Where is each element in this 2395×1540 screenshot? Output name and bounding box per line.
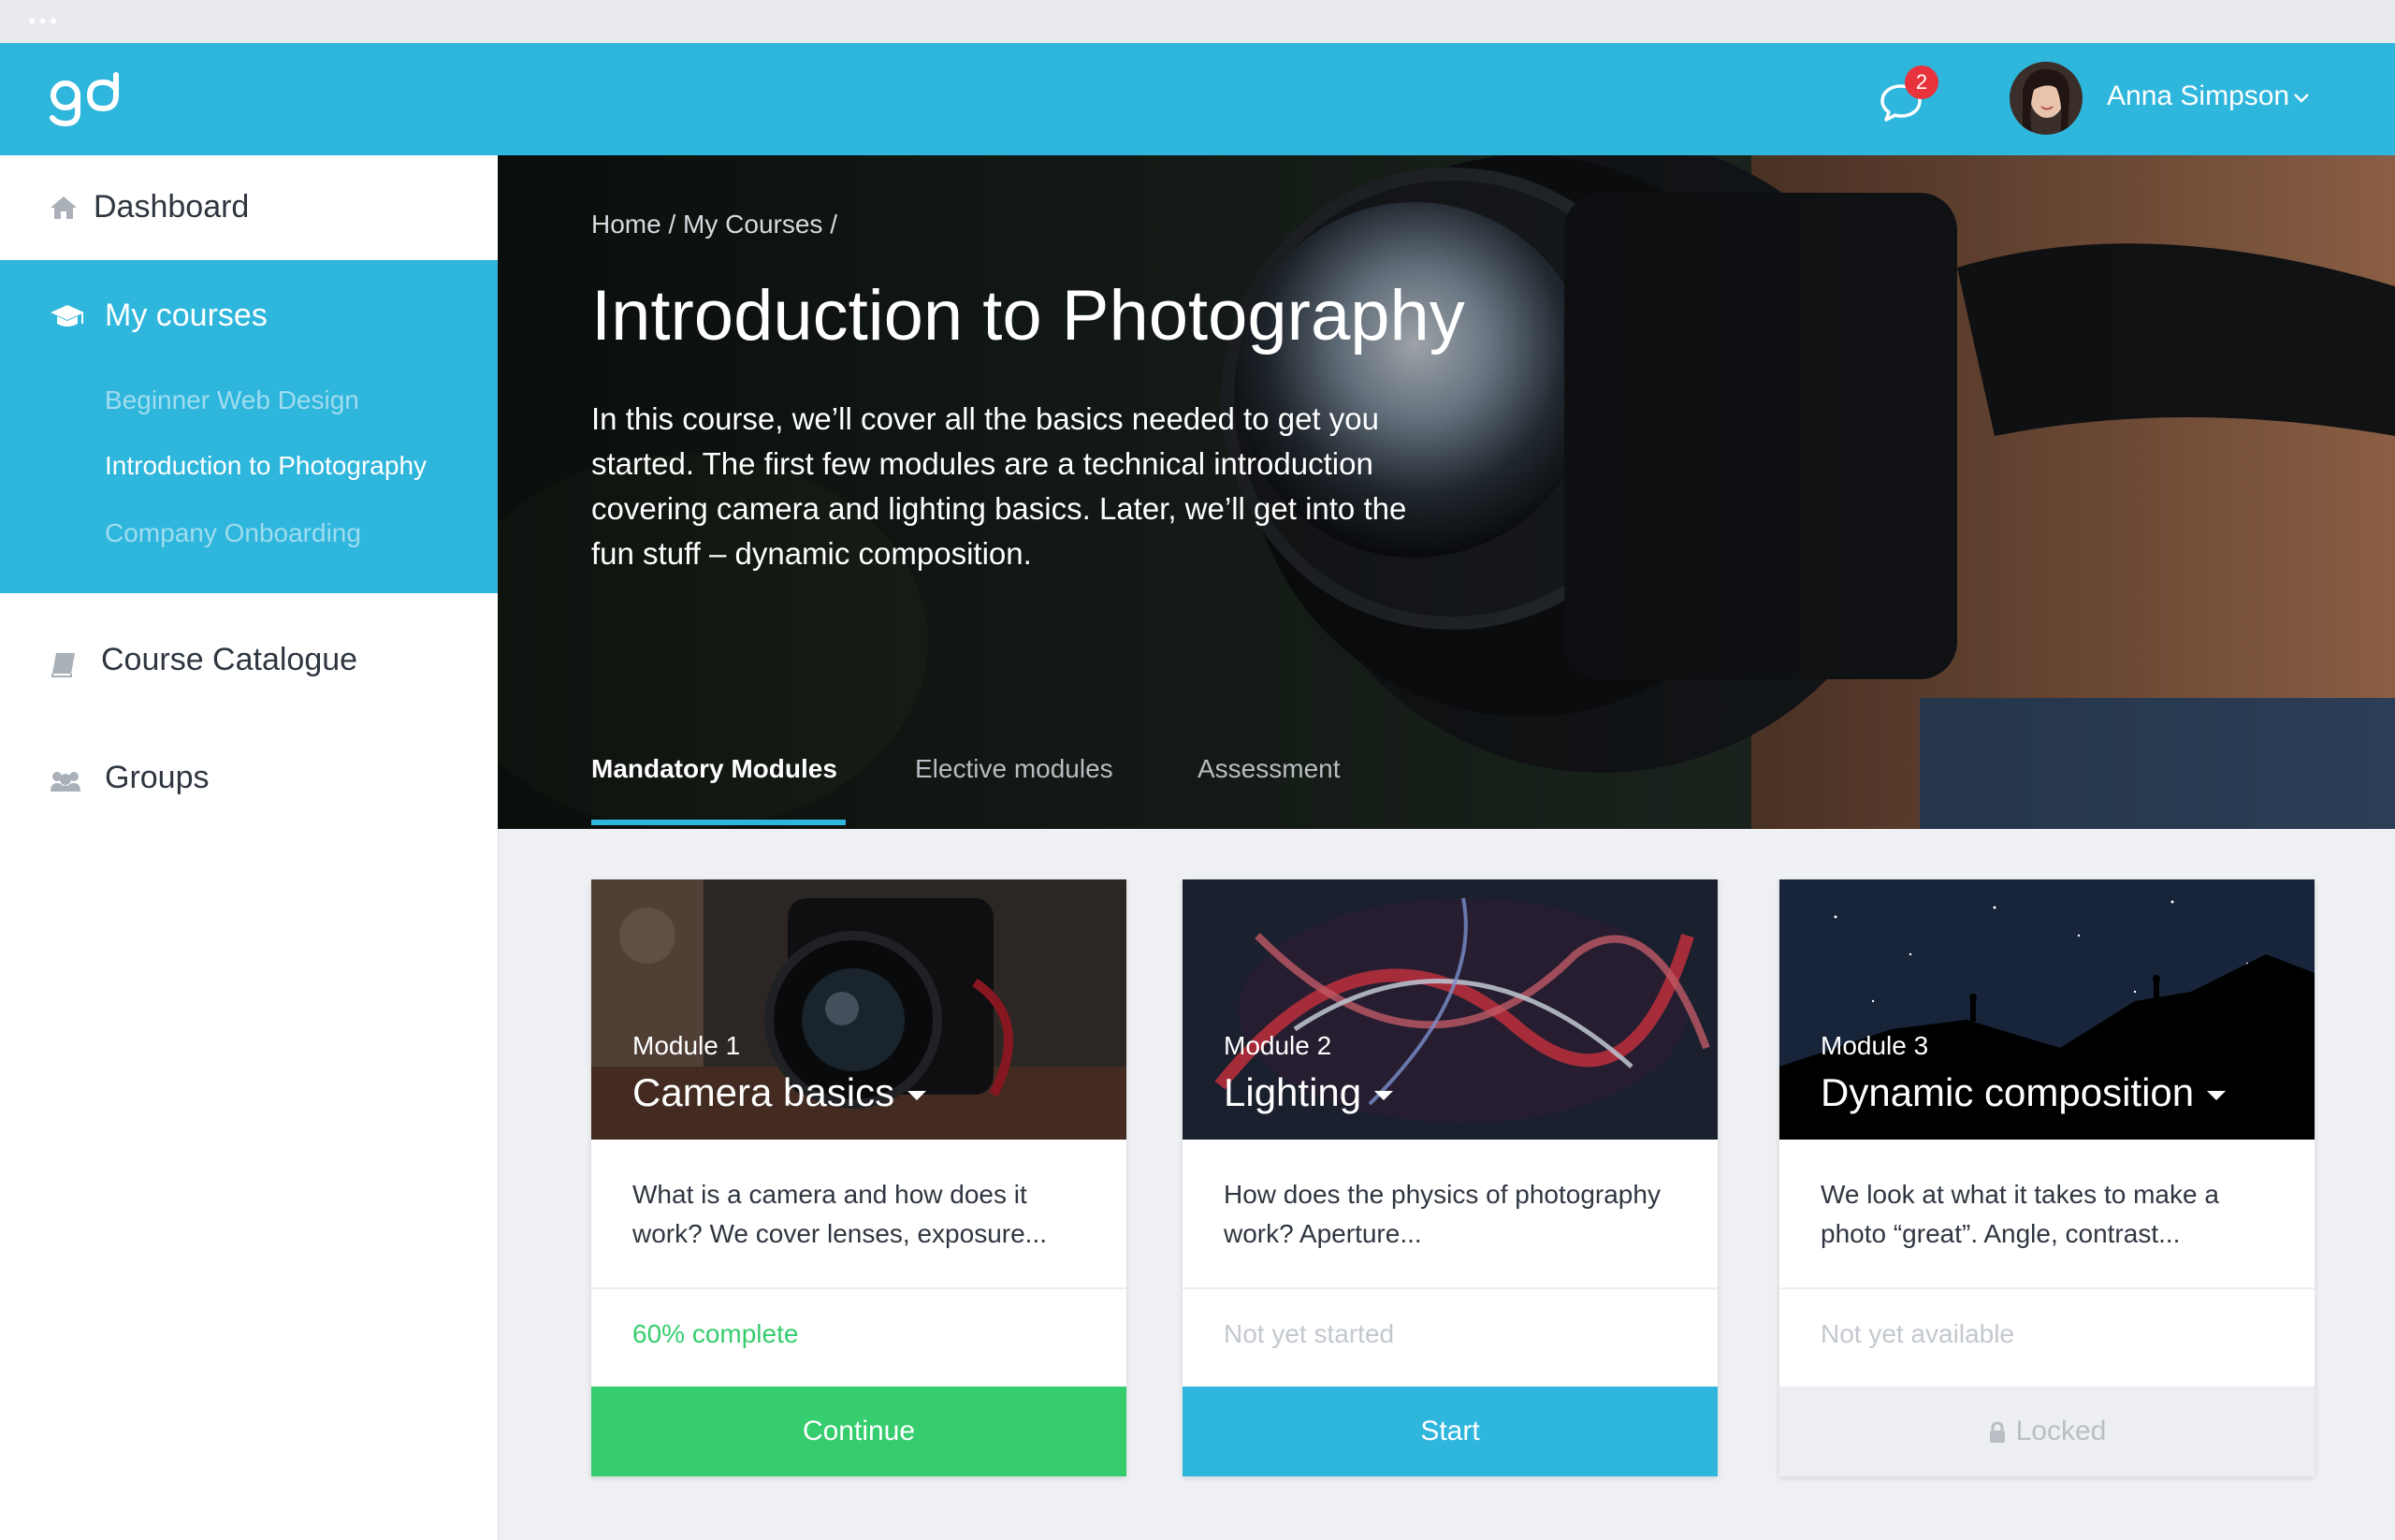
- sidebar-subitem-beginner-web-design[interactable]: Beginner Web Design: [105, 385, 359, 415]
- sidebar-section-my-courses: My courses Beginner Web Design Introduct…: [0, 260, 498, 593]
- notification-badge: 2: [1905, 65, 1938, 99]
- sidebar-item-my-courses[interactable]: My courses: [0, 260, 498, 344]
- user-name[interactable]: Anna Simpson: [2107, 80, 2289, 112]
- module-number: Module 1: [632, 1031, 741, 1060]
- module-description: What is a camera and how does it work? W…: [632, 1180, 1048, 1248]
- module-status: Not yet available: [1821, 1319, 2015, 1348]
- module-status: Not yet started: [1224, 1319, 1395, 1348]
- groups-icon: [51, 772, 80, 792]
- locked-button: Locked: [1779, 1387, 2315, 1476]
- avatar[interactable]: [2010, 62, 2083, 135]
- module-card: Module 1 Camera basics What is a camera …: [591, 879, 1126, 1476]
- graduation-cap-icon: [51, 305, 84, 327]
- sidebar-item-label: Groups: [105, 760, 210, 795]
- sidebar: Dashboard My courses Beginner Web Design…: [0, 155, 499, 1540]
- sidebar-subitem-company-onboarding[interactable]: Company Onboarding: [105, 518, 361, 548]
- book-icon: [51, 653, 75, 677]
- module-description: We look at what it takes to make a photo…: [1821, 1180, 2219, 1248]
- sidebar-subitem-introduction-to-photography[interactable]: Introduction to Photography: [105, 451, 427, 481]
- top-bar: 2 Anna Simpson: [0, 43, 2395, 155]
- go-logo[interactable]: [49, 71, 123, 127]
- module-image: Module 2 Lighting: [1183, 879, 1718, 1140]
- module-number: Module 3: [1821, 1031, 1929, 1060]
- home-icon: [51, 196, 77, 219]
- module-status: 60% complete: [632, 1319, 799, 1348]
- sidebar-item-label: Course Catalogue: [101, 642, 358, 677]
- sidebar-item-label: My courses: [105, 298, 268, 333]
- divider: [1183, 1287, 1718, 1289]
- window-chrome: •••: [0, 0, 2395, 43]
- module-title[interactable]: Dynamic composition: [1821, 1070, 2227, 1115]
- course-hero: Home / My Courses / Introduction to Phot…: [498, 155, 2395, 829]
- tab-assessment[interactable]: Assessment: [1198, 754, 1341, 784]
- chevron-down-icon[interactable]: [2292, 92, 2311, 105]
- breadcrumb: Home / My Courses /: [591, 210, 837, 239]
- module-number: Module 2: [1224, 1031, 1332, 1060]
- lock-icon: [1989, 1421, 2005, 1444]
- window-controls: •••: [28, 9, 62, 33]
- tab-elective-modules[interactable]: Elective modules: [915, 754, 1113, 784]
- sidebar-item-dashboard[interactable]: Dashboard: [0, 155, 498, 260]
- module-card: Module 2 Lighting How does the physics o…: [1183, 879, 1718, 1476]
- continue-button[interactable]: Continue: [591, 1387, 1126, 1476]
- sidebar-item-course-catalogue[interactable]: Course Catalogue: [0, 593, 498, 698]
- sidebar-item-label: Dashboard: [94, 189, 250, 225]
- module-image: Module 3 Dynamic composition: [1779, 879, 2315, 1140]
- module-description: How does the physics of photography work…: [1224, 1180, 1661, 1248]
- tab-mandatory-modules[interactable]: Mandatory Modules: [591, 754, 837, 784]
- module-image: Module 1 Camera basics: [591, 879, 1126, 1140]
- caret-down-icon: [907, 1090, 927, 1100]
- divider: [1779, 1287, 2315, 1289]
- divider: [591, 1287, 1126, 1289]
- course-description: In this course, we’ll cover all the basi…: [591, 401, 1407, 571]
- breadcrumb-my-courses[interactable]: My Courses: [683, 210, 822, 239]
- module-title[interactable]: Camera basics: [632, 1070, 927, 1115]
- breadcrumb-home[interactable]: Home: [591, 210, 661, 239]
- module-title[interactable]: Lighting: [1224, 1070, 1394, 1115]
- sidebar-item-groups[interactable]: Groups: [0, 713, 498, 818]
- locked-label: Locked: [2015, 1416, 2107, 1446]
- module-card: Module 3 Dynamic composition We look at …: [1779, 879, 2315, 1476]
- caret-down-icon: [1374, 1090, 1394, 1100]
- caret-down-icon: [2207, 1090, 2227, 1100]
- active-tab-indicator: [591, 820, 846, 825]
- start-button[interactable]: Start: [1183, 1387, 1718, 1476]
- page-title: Introduction to Photography: [591, 276, 1465, 356]
